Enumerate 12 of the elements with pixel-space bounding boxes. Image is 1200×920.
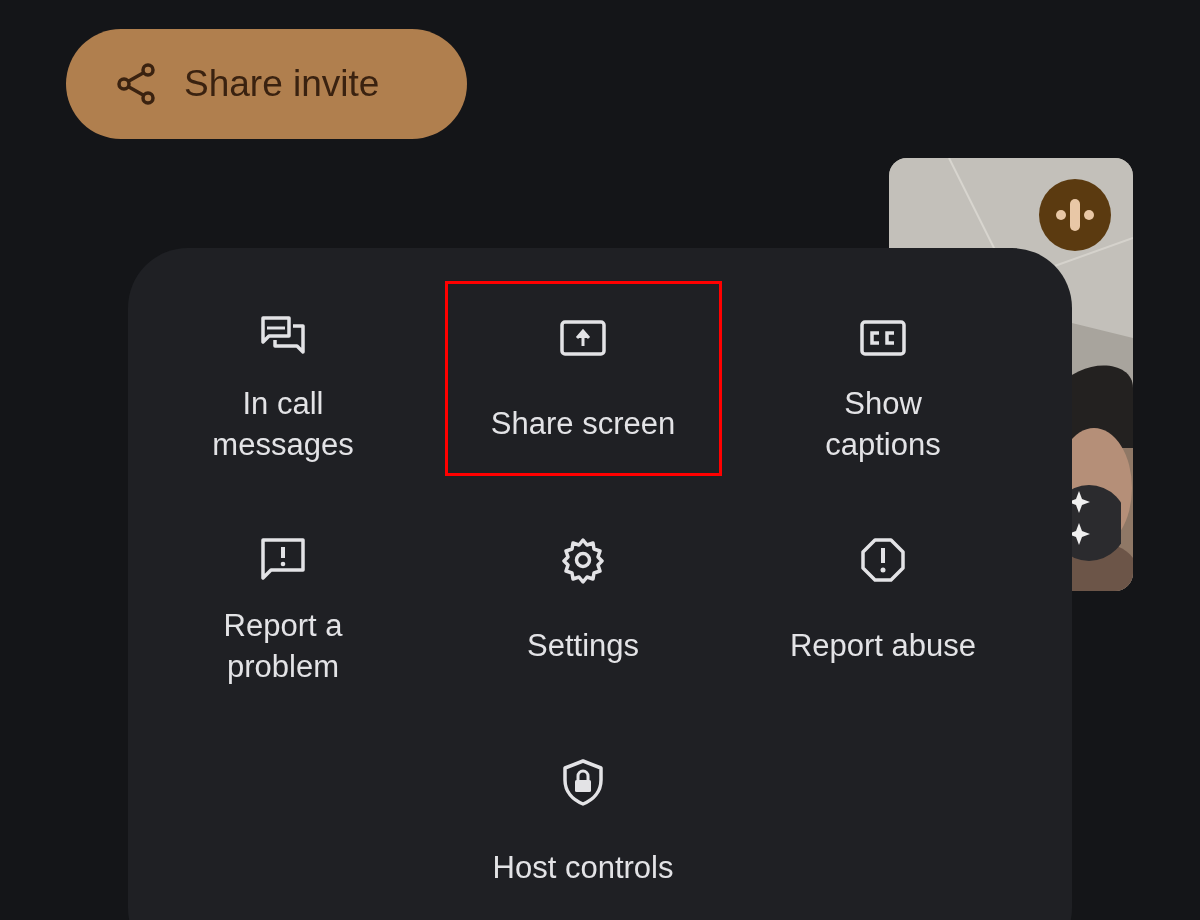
menu-item[interactable]: Share screen bbox=[444, 281, 722, 476]
menu-item[interactable]: Show captions bbox=[744, 281, 1022, 476]
menu-item[interactable]: Host controls bbox=[444, 725, 722, 920]
warning-icon bbox=[859, 536, 907, 584]
settings-icon bbox=[559, 536, 607, 584]
share-invite-button[interactable]: Share invite bbox=[66, 29, 467, 139]
menu-item[interactable]: In call messages bbox=[144, 281, 422, 476]
share-icon bbox=[116, 62, 156, 106]
menu-item[interactable]: Settings bbox=[444, 503, 722, 698]
menu-item[interactable]: Report abuse bbox=[744, 503, 1022, 698]
audio-level-icon bbox=[1039, 179, 1111, 251]
menu-item[interactable]: Report a problem bbox=[144, 503, 422, 698]
